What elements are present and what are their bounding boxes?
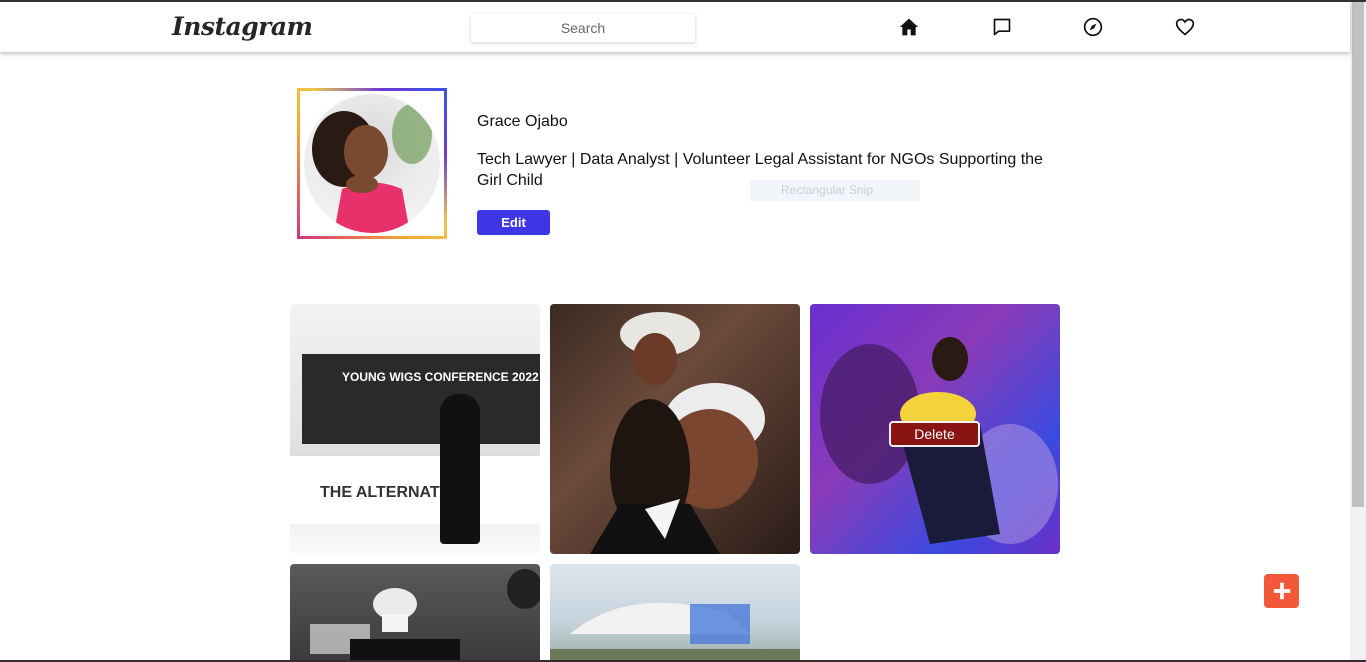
- search-input[interactable]: [471, 14, 695, 42]
- instagram-logo[interactable]: Instagram: [172, 12, 313, 41]
- top-navbar: Instagram: [0, 2, 1350, 52]
- post-caption: YOUNG WIGS CONFERENCE 2022: [342, 370, 539, 384]
- add-post-button[interactable]: [1264, 574, 1299, 608]
- home-icon[interactable]: [898, 16, 920, 38]
- heart-icon[interactable]: [1174, 16, 1196, 38]
- post-thumbnail[interactable]: [550, 304, 800, 554]
- scrollbar[interactable]: [1350, 2, 1366, 662]
- snip-ghost-overlay: Rectangular Snip: [750, 180, 920, 201]
- profile-name: Grace Ojabo: [477, 113, 568, 130]
- edit-profile-button[interactable]: Edit: [477, 210, 550, 235]
- conference-banner: [302, 354, 540, 444]
- delete-post-button[interactable]: Delete: [889, 421, 980, 447]
- post-thumbnail[interactable]: YOUNG WIGS CONFERENCE 2022 THE ALTERNATI…: [290, 304, 540, 554]
- person-figure: [440, 394, 480, 544]
- post-thumbnail[interactable]: [290, 564, 540, 662]
- profile-avatar-frame: [297, 88, 447, 239]
- post-thumbnail[interactable]: [550, 564, 800, 662]
- plus-icon: [1273, 582, 1290, 600]
- profile-avatar[interactable]: [304, 94, 440, 233]
- snip-ghost-label: Rectangular Snip: [781, 183, 874, 197]
- messages-icon[interactable]: [991, 16, 1013, 38]
- explore-icon[interactable]: [1082, 16, 1104, 38]
- scrollbar-thumb[interactable]: [1352, 2, 1364, 507]
